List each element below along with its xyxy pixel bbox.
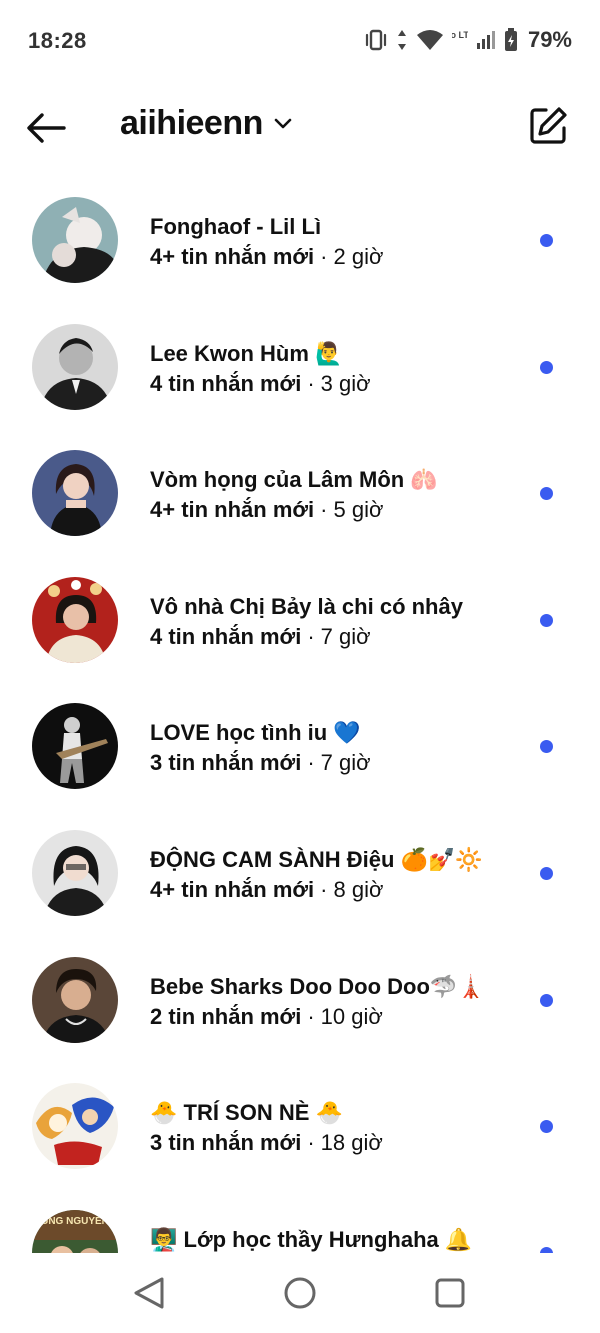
message-time: 7 giờ	[320, 623, 371, 649]
avatar	[32, 956, 118, 1043]
avatar	[32, 450, 118, 537]
conversation-item[interactable]: Bebe Sharks Doo Doo Doo🦈🗼 2 tin nhắn mới…	[0, 936, 600, 1063]
message-time: 3 giờ	[320, 370, 371, 396]
conversation-item[interactable]: Fonghaof - Lil Lì 4+ tin nhắn mới · 2 giờ	[0, 176, 600, 303]
new-message-count: 4 tin nhắn mới	[150, 370, 302, 396]
new-message-count: 3 tin nhắn mới	[150, 1130, 302, 1156]
conversation-meta: 3 tin nhắn mới · 18 giờ	[150, 1130, 383, 1156]
message-time: 7 giờ	[320, 750, 371, 776]
nav-back-icon	[134, 1277, 164, 1309]
status-bar: 18:28 Vo LTE 79%	[0, 0, 600, 80]
message-time: 18 giờ	[320, 1130, 383, 1156]
unread-dot	[540, 487, 553, 501]
separator-dot: ·	[307, 750, 315, 776]
new-message-count: 4 tin nhắn mới	[150, 623, 302, 649]
separator-dot: ·	[320, 244, 328, 269]
message-time: 8 giờ	[333, 876, 384, 902]
avatar-text: UNG NGUYEN	[41, 1216, 109, 1227]
message-time: 5 giờ	[333, 497, 384, 523]
conversation-meta: 4+ tin nhắn mới · 2 giờ	[150, 244, 383, 270]
conversation-name: Vô nhà Chị Bảy là chi có nhây	[150, 593, 463, 619]
avatar	[32, 576, 118, 663]
unread-dot	[540, 234, 553, 247]
conversation-meta: 4 tin nhắn mới · 3 giờ	[150, 371, 371, 397]
conversation-meta: 4 tin nhắn mới · 7 giờ	[150, 624, 371, 650]
conversation-item[interactable]: ĐỘNG CAM SÀNH Điệu 🍊💅🔆 4+ tin nhắn mới · 8…	[0, 809, 600, 936]
avatar: UNG NGUYEN	[32, 1209, 118, 1253]
conversation-meta: 4+ tin nhắn mới · 8 giờ	[150, 877, 383, 903]
system-nav-bar	[0, 1253, 600, 1333]
conversation-meta: 2 tin nhắn mới · 10 giờ	[150, 1004, 383, 1030]
avatar	[32, 703, 118, 790]
unread-dot	[540, 613, 553, 627]
unread-dot	[540, 866, 553, 880]
separator-dot: ·	[307, 623, 315, 649]
message-time: 2 giờ	[333, 244, 384, 269]
conversation-item[interactable]: Vòm họng của Lâm Môn 🫁 4+ tin nhắn mới · 5…	[0, 429, 600, 556]
unread-dot	[540, 740, 553, 754]
status-icons: Vo LTE 79%	[364, 26, 572, 54]
avatar	[32, 1083, 118, 1170]
nav-recent-icon	[435, 1278, 465, 1308]
volte-icon: Vo LTE	[452, 30, 468, 40]
data-arrows-icon	[397, 30, 406, 50]
unread-dot	[540, 993, 553, 1007]
message-time: 10 giờ	[320, 1003, 383, 1029]
account-switcher[interactable]: aiihieenn	[120, 104, 293, 143]
conversation-list[interactable]: Fonghaof - Lil Lì 4+ tin nhắn mới · 2 giờ …	[0, 176, 600, 1253]
new-message-count: 4+ tin nhắn mới	[150, 244, 315, 269]
conversation-name: Bebe Sharks Doo Doo Doo🦈🗼	[150, 973, 485, 999]
header: aiihieenn	[0, 92, 600, 162]
compose-icon	[530, 107, 567, 144]
conversation-name: LOVE học tình iu 💙	[150, 720, 361, 746]
battery-icon	[504, 28, 517, 51]
avatar	[32, 829, 118, 916]
new-message-count: 4+ tin nhắn mới	[150, 497, 315, 523]
battery-percentage: 79%	[527, 27, 572, 52]
new-message-count: 2 tin nhắn mới	[150, 1003, 302, 1029]
conversation-item[interactable]: UNG NGUYEN 👨‍🏫 Lớp học thầy Hưnghaha 🔔	[0, 1189, 600, 1253]
conversation-meta: 4+ tin nhắn mới · 5 giờ	[150, 497, 383, 523]
conversation-item[interactable]: LOVE học tình iu 💙 3 tin nhắn mới · 7 giờ	[0, 682, 600, 809]
vibrate-icon	[365, 29, 387, 51]
unread-dot	[540, 1120, 553, 1134]
network-label: Vo LTE	[452, 30, 468, 40]
conversation-name: Lee Kwon Hùm 🙋‍♂️	[150, 340, 343, 366]
conversation-item[interactable]: Vô nhà Chị Bảy là chi có nhây 4 tin nhắn…	[0, 556, 600, 683]
separator-dot: ·	[320, 497, 328, 523]
conversation-name: Vòm họng của Lâm Môn 🫁	[150, 467, 438, 493]
unread-dot	[540, 360, 553, 374]
nav-back-button[interactable]	[130, 1273, 170, 1313]
conversation-item[interactable]: Lee Kwon Hùm 🙋‍♂️ 4 tin nhắn mới · 3 giờ	[0, 303, 600, 430]
chevron-down-icon	[274, 118, 292, 128]
nav-recent-button[interactable]	[430, 1273, 470, 1313]
new-message-count: 3 tin nhắn mới	[150, 750, 302, 776]
page-title: aiihieenn	[120, 104, 263, 142]
avatar	[32, 323, 118, 410]
compose-button[interactable]	[526, 104, 570, 148]
conversation-item[interactable]: 🐣 TRÍ SON NÈ 🐣 3 tin nhắn mới · 18 giờ	[0, 1062, 600, 1189]
wifi-icon	[416, 30, 443, 50]
avatar	[32, 197, 118, 283]
back-arrow-icon	[27, 113, 66, 143]
separator-dot: ·	[307, 1003, 315, 1029]
conversation-name: ĐỘNG CAM SÀNH Điệu 🍊💅🔆	[150, 846, 483, 872]
separator-dot: ·	[307, 1130, 315, 1156]
separator-dot: ·	[307, 370, 315, 396]
conversation-name: 🐣 TRÍ SON NÈ 🐣	[150, 1100, 343, 1126]
nav-home-button[interactable]	[280, 1273, 320, 1313]
new-message-count: 4+ tin nhắn mới	[150, 876, 315, 902]
conversation-name: Fonghaof - Lil Lì	[150, 214, 322, 239]
signal-icon	[476, 31, 495, 49]
conversation-name: 👨‍🏫 Lớp học thầy Hưnghaha 🔔	[150, 1226, 473, 1252]
status-time: 18:28	[28, 28, 87, 53]
nav-home-icon	[284, 1277, 316, 1309]
conversation-meta: 3 tin nhắn mới · 7 giờ	[150, 750, 371, 776]
separator-dot: ·	[320, 876, 328, 902]
back-button[interactable]	[24, 106, 68, 150]
